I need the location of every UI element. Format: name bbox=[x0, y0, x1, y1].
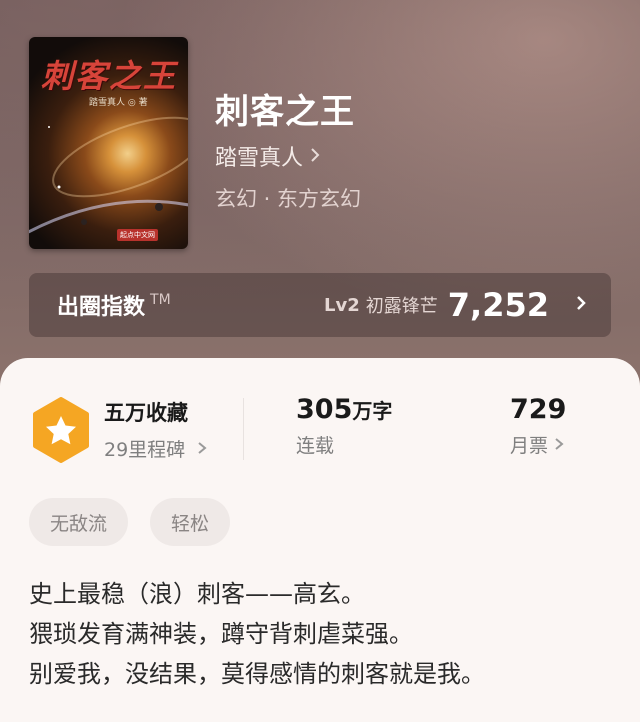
chevron-right-icon bbox=[554, 434, 564, 456]
favorites-count: 五万收藏 bbox=[104, 401, 188, 425]
word-count-number: 305 bbox=[296, 394, 353, 425]
popularity-index-title: 出圈指数 bbox=[57, 295, 146, 320]
book-title: 刺客之王 bbox=[215, 92, 355, 132]
popularity-index-bar[interactable]: 出圈指数 TM Lv2 初露锋芒 7,252 bbox=[29, 273, 611, 337]
book-cover[interactable]: 刺客之王 踏雪真人 ◎ 著 起点中文网 bbox=[29, 37, 188, 249]
author-name: 踏雪真人 bbox=[215, 146, 304, 171]
word-count-stat: 305万字 连载 bbox=[296, 394, 392, 458]
book-genre: 玄幻 · 东方玄幻 bbox=[215, 187, 362, 211]
trademark-mark: TM bbox=[150, 292, 171, 308]
milestones-label: 29里程碑 bbox=[104, 439, 186, 461]
monthly-tickets-count: 729 bbox=[510, 394, 567, 425]
popularity-score: 7,252 bbox=[447, 286, 549, 324]
monthly-tickets-link[interactable]: 月票 bbox=[510, 431, 566, 458]
tag-chip[interactable]: 无敌流 bbox=[29, 498, 129, 546]
description-line: 别爱我，没结果，莫得感情的刺客就是我。 bbox=[29, 660, 485, 688]
milestones-link[interactable]: 29里程碑 bbox=[104, 435, 207, 462]
monthly-tickets-stat[interactable]: 729 月票 bbox=[510, 394, 566, 458]
cover-title: 刺客之王 bbox=[41, 57, 178, 95]
chevron-right-icon bbox=[197, 438, 207, 460]
word-count-unit: 万字 bbox=[352, 399, 393, 423]
description-line: 史上最稳（浪）刺客——高玄。 bbox=[29, 580, 365, 608]
level-name: 初露锋芒 bbox=[365, 296, 438, 317]
chevron-right-icon bbox=[575, 294, 587, 316]
serial-status: 连载 bbox=[296, 435, 335, 457]
star-hexagon-icon bbox=[32, 397, 90, 463]
level-label: Lv2 bbox=[324, 294, 360, 316]
description-line: 猥琐发育满神装，蹲守背刺虐菜强。 bbox=[29, 620, 413, 648]
tag-chip[interactable]: 轻松 bbox=[150, 498, 231, 546]
favorites-stat[interactable]: 五万收藏 29里程碑 bbox=[104, 397, 207, 462]
book-description: 史上最稳（浪）刺客——高玄。 猥琐发育满神装，蹲守背刺虐菜强。 别爱我，没结果，… bbox=[29, 574, 485, 694]
cover-publisher-logo: 起点中文网 bbox=[117, 229, 158, 241]
cover-author: 踏雪真人 ◎ 著 bbox=[89, 98, 148, 108]
popularity-index-value: Lv2 初露锋芒 7,252 bbox=[324, 286, 587, 324]
stats-divider bbox=[243, 398, 244, 460]
author-link[interactable]: 踏雪真人 bbox=[215, 140, 321, 172]
monthly-tickets-label: 月票 bbox=[510, 435, 549, 457]
chevron-right-icon bbox=[309, 144, 321, 169]
